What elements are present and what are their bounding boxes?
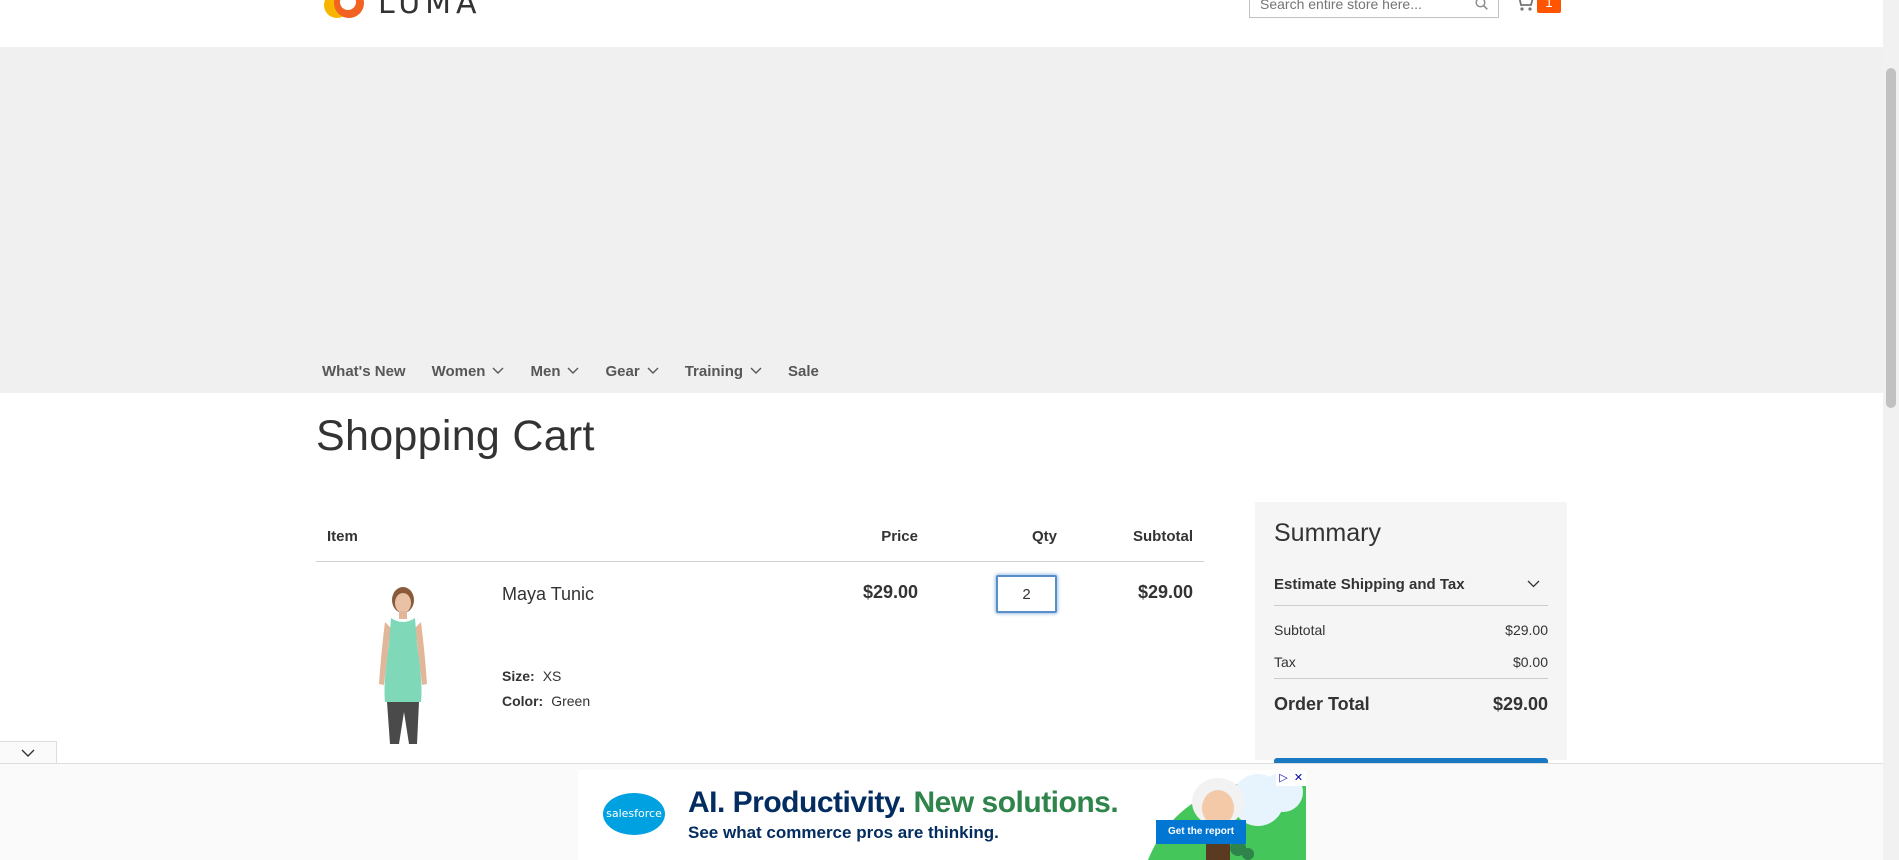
- search-input[interactable]: [1250, 0, 1460, 17]
- cart-icon[interactable]: [1515, 0, 1535, 12]
- nav-item-label: Sale: [788, 362, 819, 380]
- cart-table-header: Item Price Qty Subtotal: [316, 520, 1204, 562]
- page-title: Shopping Cart: [316, 412, 595, 460]
- salesforce-logo: salesforce: [603, 793, 665, 835]
- column-header-subtotal: Subtotal: [1133, 528, 1193, 545]
- chevron-down-icon: [567, 367, 579, 374]
- store-logo[interactable]: LUMA: [320, 0, 482, 24]
- chevron-down-icon: [750, 367, 762, 374]
- ad-headline-part2: New solutions.: [913, 786, 1119, 819]
- search-box: [1249, 0, 1499, 18]
- order-total-label: Order Total: [1274, 694, 1370, 714]
- product-name-link[interactable]: Maya Tunic: [502, 584, 594, 605]
- ad-collapse-toggle[interactable]: [0, 741, 57, 764]
- adchoices-icon[interactable]: ▷: [1276, 770, 1291, 786]
- option-label: Size:: [502, 668, 535, 684]
- ad-subline: See what commerce pros are thinking.: [688, 823, 999, 842]
- nav-item-label: Training: [684, 362, 744, 380]
- column-header-qty: Qty: [1031, 528, 1057, 545]
- item-price: $29.00: [862, 582, 918, 602]
- nav-item-whats-new[interactable]: What's New: [322, 363, 406, 380]
- summary-subtotal-label: Subtotal: [1274, 622, 1326, 638]
- option-value: XS: [542, 668, 562, 684]
- ad-cta-button[interactable]: Get the report: [1156, 820, 1246, 844]
- logo-text: LUMA: [378, 0, 482, 21]
- scrollbar-thumb[interactable]: [1886, 68, 1896, 408]
- summary-divider: [1274, 678, 1548, 679]
- nav-item-women[interactable]: Women: [432, 363, 505, 380]
- summary-subtotal-row: Subtotal $29.00: [1274, 622, 1548, 638]
- product-option-color: Color: Green: [502, 693, 590, 709]
- close-icon[interactable]: ✕: [1291, 770, 1306, 786]
- ad-choices[interactable]: ▷ ✕: [1276, 770, 1306, 786]
- order-total-row: Order Total $29.00: [1274, 694, 1548, 715]
- logo-icon: [320, 0, 366, 24]
- ad-headline: AI. Productivity. New solutions.: [688, 786, 1119, 820]
- summary-tax-value: $0.00: [1512, 654, 1548, 670]
- summary-subtotal-value: $29.00: [1505, 622, 1548, 638]
- nav-item-sale[interactable]: Sale: [788, 363, 819, 380]
- column-header-price: Price: [881, 528, 918, 545]
- order-summary: Summary Estimate Shipping and Tax Subtot…: [1255, 502, 1567, 768]
- estimate-shipping-toggle[interactable]: Estimate Shipping and Tax: [1274, 566, 1548, 606]
- advertisement-banner[interactable]: salesforce AI. Productivity. New solutio…: [578, 770, 1306, 860]
- chevron-down-icon: [1527, 580, 1540, 588]
- nav-item-men[interactable]: Men: [530, 363, 579, 380]
- cart-item-row: Maya Tunic Size: XS Color: Green $29.00 $2…: [316, 562, 1204, 762]
- chevron-down-icon: [21, 749, 35, 757]
- nav-item-label: Gear: [605, 362, 640, 380]
- cart-count-badge[interactable]: 1: [1537, 0, 1561, 13]
- nav-item-label: Men: [530, 362, 561, 380]
- site-header: LUMA 1: [0, 0, 1883, 47]
- item-subtotal: $29.00: [1137, 582, 1193, 602]
- estimate-label: Estimate Shipping and Tax: [1274, 576, 1465, 593]
- product-option-size: Size: XS: [502, 668, 561, 684]
- product-image[interactable]: [359, 584, 447, 746]
- cart-table: Item Price Qty Subtotal Maya Tunic Size:…: [316, 520, 1204, 762]
- main-nav: What's New Women Men Gear Training Sale: [322, 358, 845, 384]
- chevron-down-icon: [492, 367, 504, 374]
- summary-title: Summary: [1274, 519, 1381, 547]
- nav-item-label: Women: [431, 362, 486, 380]
- nav-item-training[interactable]: Training: [685, 363, 762, 380]
- option-label: Color:: [502, 693, 544, 709]
- hero-band: [0, 47, 1883, 393]
- chevron-down-icon: [647, 367, 659, 374]
- column-header-item: Item: [327, 528, 358, 545]
- ad-headline-part1: AI. Productivity.: [688, 786, 906, 819]
- page-scrollbar[interactable]: [1883, 0, 1899, 860]
- option-value: Green: [551, 693, 591, 709]
- nav-item-gear[interactable]: Gear: [605, 362, 659, 380]
- search-icon[interactable]: [1475, 0, 1488, 10]
- summary-tax-label: Tax: [1274, 654, 1296, 670]
- qty-input[interactable]: [996, 575, 1057, 613]
- nav-item-label: What's New: [322, 362, 406, 380]
- summary-tax-row: Tax $0.00: [1274, 654, 1548, 670]
- order-total-value: $29.00: [1492, 694, 1548, 714]
